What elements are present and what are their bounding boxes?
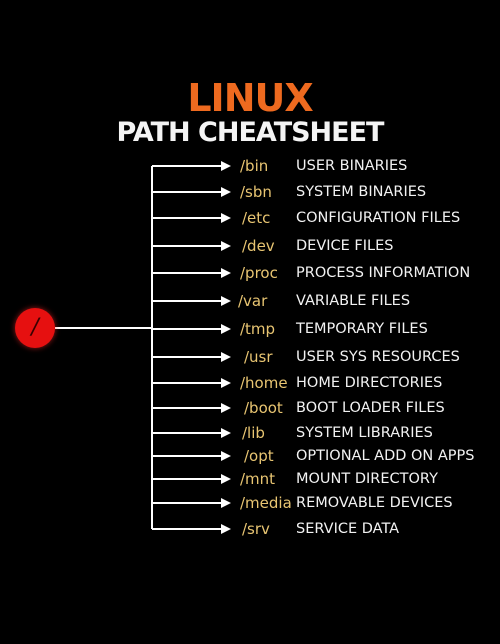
- path-label: /media: [240, 494, 292, 512]
- arrow-right-icon: [221, 498, 231, 508]
- path-label: /dev: [242, 237, 275, 255]
- arrow-right-icon: [221, 451, 231, 461]
- path-description: CONFIGURATION FILES: [296, 210, 461, 226]
- arrow-right-icon: [221, 268, 231, 278]
- path-description: USER SYS RESOURCES: [296, 349, 460, 365]
- path-description: PROCESS INFORMATION: [296, 265, 471, 281]
- path-description: OPTIONAL ADD ON APPS: [296, 448, 475, 464]
- path-description: USER BINARIES: [296, 158, 408, 174]
- path-label: /etc: [242, 209, 271, 227]
- path-label: /mnt: [240, 470, 276, 488]
- path-description: HOME DIRECTORIES: [296, 375, 443, 391]
- path-label: /lib: [242, 424, 265, 442]
- path-label: /opt: [244, 447, 274, 465]
- arrow-right-icon: [221, 241, 231, 251]
- path-description: DEVICE FILES: [296, 238, 394, 254]
- path-description: REMOVABLE DEVICES: [296, 495, 453, 511]
- path-label: /srv: [242, 520, 270, 538]
- arrow-right-icon: [221, 296, 231, 306]
- arrow-right-icon: [221, 352, 231, 362]
- arrow-right-icon: [221, 378, 231, 388]
- path-description: SYSTEM LIBRARIES: [296, 425, 433, 441]
- path-label: /boot: [244, 399, 283, 417]
- path-description: SERVICE DATA: [296, 521, 400, 537]
- arrow-right-icon: [221, 161, 231, 171]
- path-label: /usr: [244, 348, 273, 366]
- path-description: TEMPORARY FILES: [296, 321, 428, 337]
- arrow-right-icon: [221, 474, 231, 484]
- path-label: /proc: [240, 264, 278, 282]
- path-label: /tmp: [240, 320, 276, 338]
- root-directory-icon: /: [15, 308, 55, 348]
- path-label: /bin: [240, 157, 269, 175]
- path-description: SYSTEM BINARIES: [296, 184, 427, 200]
- root-label: /: [31, 315, 39, 340]
- path-label: /home: [240, 374, 288, 392]
- path-label: /sbn: [240, 183, 272, 201]
- arrow-right-icon: [221, 213, 231, 223]
- path-description: VARIABLE FILES: [296, 293, 411, 309]
- arrow-right-icon: [221, 524, 231, 534]
- arrow-right-icon: [221, 324, 231, 334]
- path-description: MOUNT DIRECTORY: [296, 471, 438, 487]
- arrow-right-icon: [221, 187, 231, 197]
- arrow-right-icon: [221, 428, 231, 438]
- path-description: BOOT LOADER FILES: [296, 400, 445, 416]
- path-label: /var: [238, 292, 268, 310]
- arrow-right-icon: [221, 403, 231, 413]
